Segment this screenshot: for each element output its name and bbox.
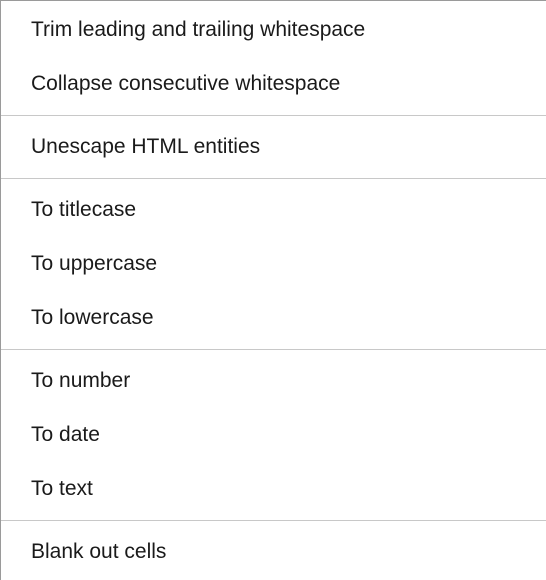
- menu-item-lowercase[interactable]: To lowercase: [1, 291, 546, 345]
- menu-item-to-number[interactable]: To number: [1, 354, 546, 408]
- menu-item-trim-whitespace[interactable]: Trim leading and trailing whitespace: [1, 3, 546, 57]
- menu-group-html: Unescape HTML entities: [1, 116, 546, 178]
- menu-item-titlecase[interactable]: To titlecase: [1, 183, 546, 237]
- menu-item-uppercase[interactable]: To uppercase: [1, 237, 546, 291]
- menu-group-blank: Blank out cells: [1, 521, 546, 580]
- transform-context-menu: Trim leading and trailing whitespace Col…: [0, 0, 546, 580]
- menu-group-case: To titlecase To uppercase To lowercase: [1, 179, 546, 349]
- menu-group-type: To number To date To text: [1, 350, 546, 520]
- menu-group-whitespace: Trim leading and trailing whitespace Col…: [1, 1, 546, 115]
- menu-item-blank-out-cells[interactable]: Blank out cells: [1, 525, 546, 579]
- menu-item-unescape-html[interactable]: Unescape HTML entities: [1, 120, 546, 174]
- menu-item-to-date[interactable]: To date: [1, 408, 546, 462]
- menu-item-to-text[interactable]: To text: [1, 462, 546, 516]
- menu-item-collapse-whitespace[interactable]: Collapse consecutive whitespace: [1, 57, 546, 111]
